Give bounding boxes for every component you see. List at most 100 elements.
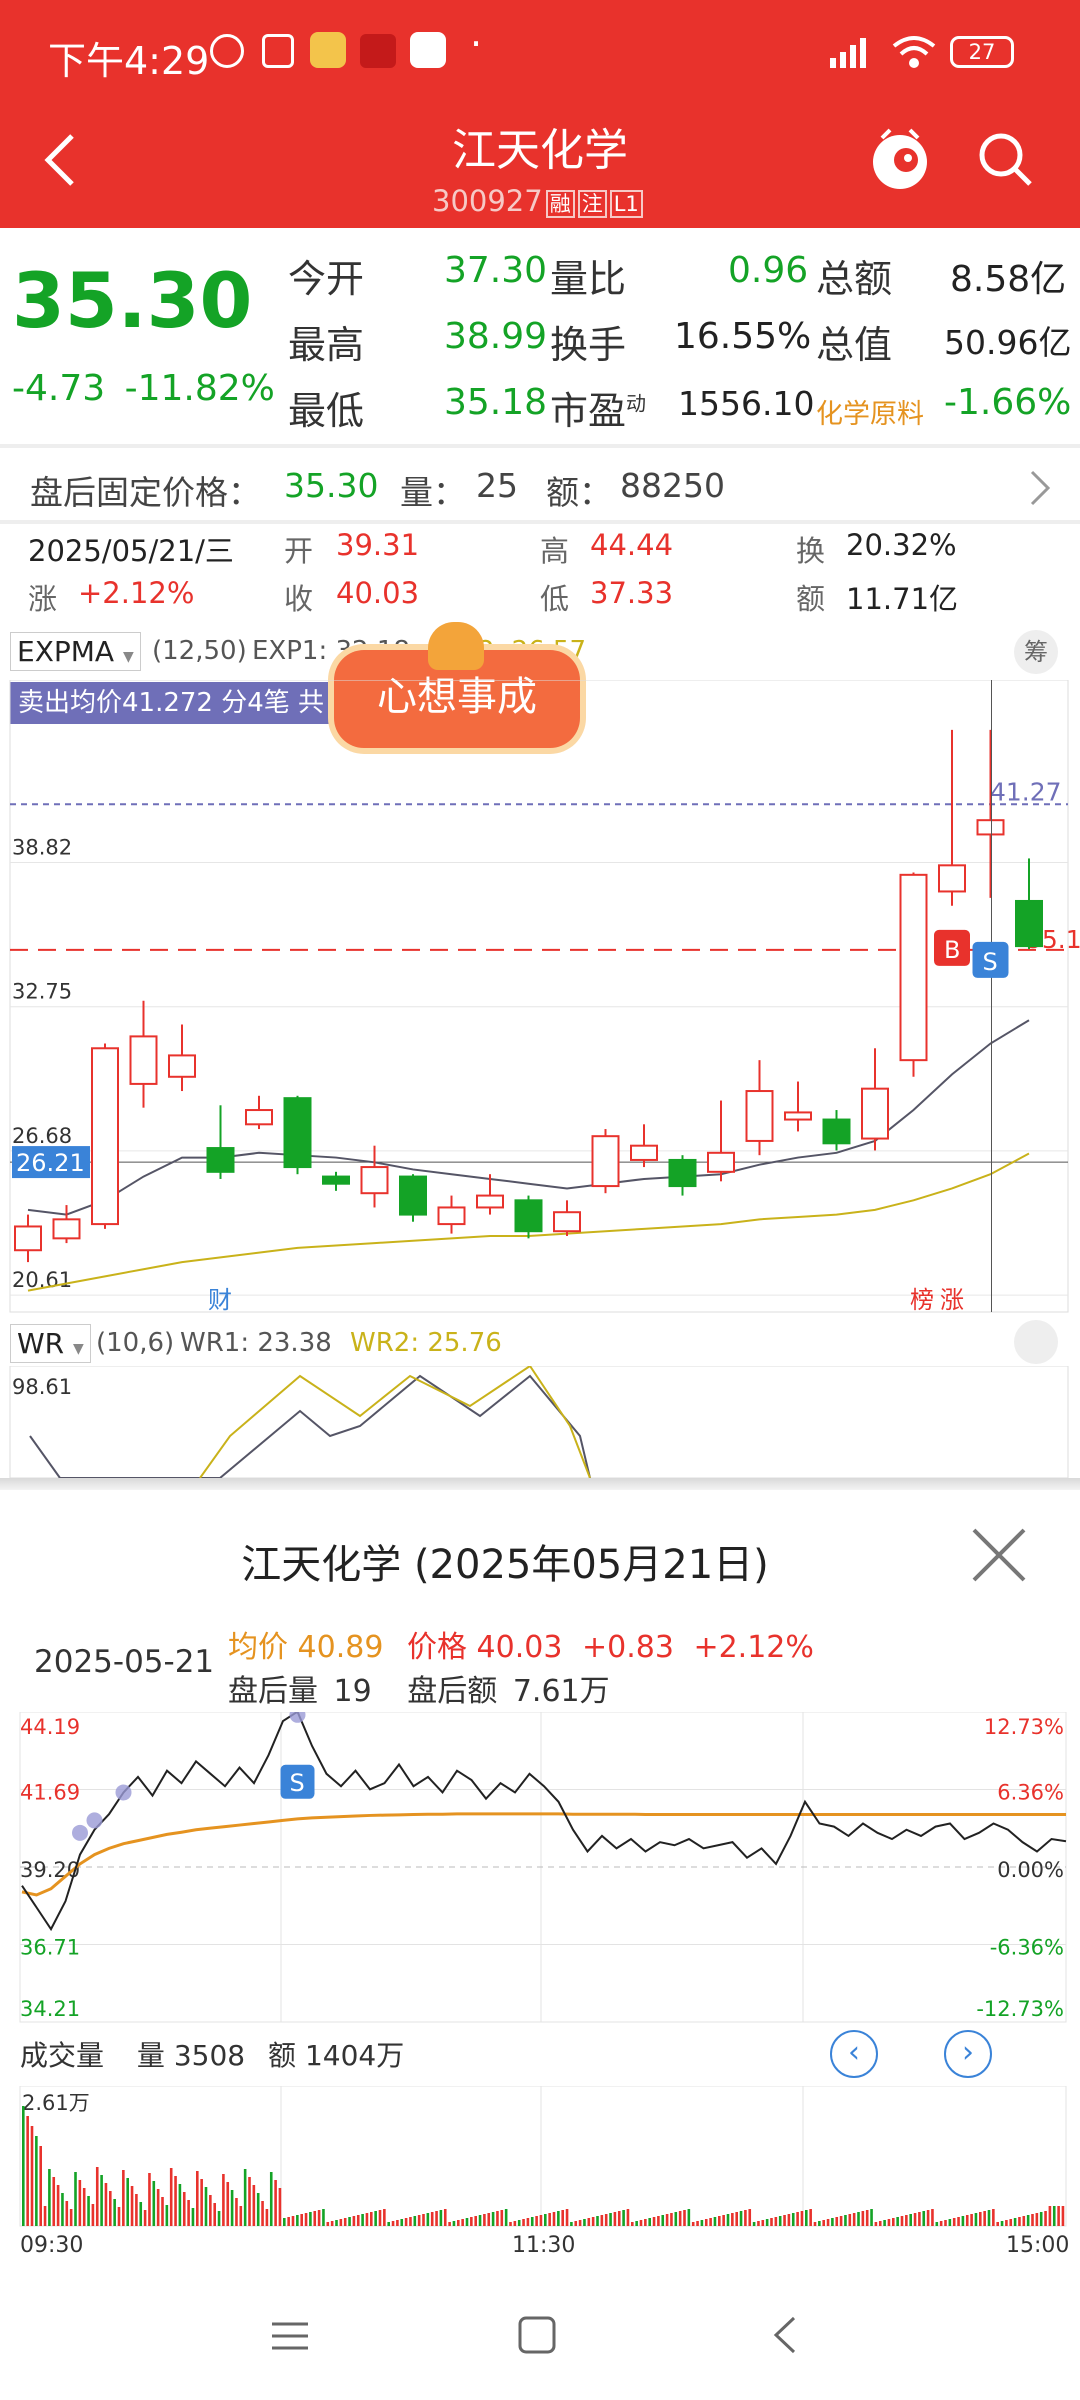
day-amount-label: 额 — [796, 582, 826, 616]
home-icon[interactable] — [516, 2314, 558, 2356]
current-price-label: 26.21 — [16, 1149, 85, 1177]
volume-bar — [718, 2216, 721, 2226]
volume-bar — [535, 2216, 538, 2226]
chip-distribution-button[interactable]: 筹 — [1014, 630, 1058, 674]
prev-day-button[interactable]: ‹ — [830, 2030, 878, 2078]
volume-bar — [583, 2219, 586, 2226]
candle-body — [976, 819, 1005, 836]
menu-icon[interactable] — [270, 2316, 310, 2356]
sell-marker-label: S — [290, 1769, 305, 1797]
volume-bar — [661, 2215, 665, 2226]
candle-body — [129, 1035, 158, 1085]
volume-bar — [122, 2170, 125, 2226]
volume-bar — [126, 2178, 129, 2226]
quote-row: 最低 35.18 市盈动 1556.10 化学原料 -1.66% — [288, 380, 1074, 446]
low-label: 最低 — [288, 389, 365, 433]
volume-bar — [509, 2222, 512, 2226]
volume-bar — [278, 2188, 282, 2226]
indicator-selector[interactable]: EXPMA ▼ — [10, 632, 141, 671]
tag-margin: 融 — [545, 190, 575, 218]
wr-params: (10,6) — [96, 1328, 175, 1358]
volume-bar — [291, 2216, 295, 2226]
volume-bar — [900, 2216, 904, 2226]
search-icon[interactable] — [976, 130, 1036, 190]
assistant-icon[interactable] — [868, 124, 932, 194]
volume-bar — [322, 2209, 325, 2226]
volume-bar — [326, 2222, 330, 2226]
volume-bar — [30, 2126, 34, 2226]
volume-bar — [243, 2169, 247, 2226]
status-dot: · — [470, 22, 483, 66]
volume-bar — [665, 2214, 669, 2226]
volume-bar — [461, 2219, 464, 2226]
volume-bar — [230, 2190, 234, 2226]
candle-body — [822, 1118, 851, 1145]
volume-bar — [578, 2220, 582, 2226]
vol-ratio-label: 量比 — [550, 257, 627, 301]
next-day-button[interactable]: › — [944, 2030, 992, 2078]
volume-bar — [200, 2179, 203, 2226]
close-icon[interactable] — [968, 1524, 1030, 1586]
left-axis-label: 36.71 — [20, 1936, 80, 1960]
volume-bar — [635, 2221, 638, 2226]
back-nav-icon[interactable] — [770, 2314, 800, 2356]
intraday-chart[interactable]: 44.19 12.73%41.69 6.36%39.20 0.00%36.71 -6.3… — [0, 1712, 1080, 2032]
volume-bar — [848, 2214, 852, 2226]
volume-bar — [343, 2218, 347, 2226]
tiger-icon — [428, 622, 484, 670]
volume-bar — [587, 2218, 591, 2226]
volume-bar — [770, 2218, 773, 2226]
open-label: 今开 — [288, 257, 365, 301]
volume-bar — [204, 2187, 208, 2226]
volume-bar — [826, 2219, 830, 2226]
volume-bar — [217, 2211, 221, 2226]
volume-bar — [400, 2219, 404, 2226]
volume-bar — [1061, 2206, 1065, 2226]
volume-bar — [374, 2211, 377, 2226]
volume-bar — [409, 2217, 412, 2226]
day-change-label: 涨 — [28, 582, 58, 616]
candle-body — [399, 1175, 427, 1216]
volume-bar — [622, 2210, 625, 2226]
expand-icon[interactable] — [1014, 1320, 1058, 1364]
volume-bar — [91, 2204, 95, 2226]
popup-title: 江天化学 (2025年05月21日) — [241, 1542, 769, 1588]
quote-grid: 今开 37.30 量比 0.96 总额 8.58亿 最高 38.99 换手 16… — [288, 248, 1074, 446]
volume-bar — [670, 2213, 673, 2226]
volume-bar — [979, 2212, 982, 2226]
volume-bar — [483, 2214, 486, 2226]
left-axis-label: 44.19 — [20, 1715, 80, 1739]
volume-bar — [474, 2216, 477, 2226]
candle-body — [437, 1206, 466, 1226]
industry-label[interactable]: 化学原料 — [816, 392, 924, 431]
volume-bar — [818, 2221, 821, 2226]
right-axis-label: 0.00% — [997, 1858, 1064, 1882]
ah-amt-label: 盘后额 — [407, 1674, 498, 1709]
change-value: +0.83 — [581, 1630, 674, 1665]
volume-bar — [965, 2215, 969, 2226]
vol-ratio-value: 0.96 — [728, 250, 809, 291]
volume-bar — [648, 2218, 651, 2226]
volume-bar — [787, 2214, 791, 2226]
volume-bar — [574, 2221, 578, 2226]
pe-sup: 动 — [626, 391, 647, 416]
right-axis-label: -12.73% — [976, 1997, 1064, 2021]
volume-bar — [65, 2201, 69, 2226]
volume-bar — [391, 2221, 395, 2226]
volume-bar — [800, 2211, 804, 2226]
volume-bar — [152, 2181, 156, 2226]
kline-chart[interactable]: 38.8232.7526.6820.6141.2735.1426.21BS财榜涨 — [0, 680, 1080, 1320]
volume-bar — [457, 2220, 460, 2226]
volume-bar — [678, 2211, 682, 2226]
wr-name: WR — [17, 1327, 65, 1360]
candle-body — [91, 1047, 119, 1226]
volume-bar — [252, 2185, 256, 2226]
volume-bar — [639, 2220, 643, 2226]
volume-bar — [874, 2222, 878, 2226]
volume-bar — [196, 2171, 199, 2226]
volume-bar — [309, 2212, 312, 2226]
after-hours-row[interactable]: 盘后固定价格： 35.30 量： 25 额： 88250 — [0, 450, 1080, 520]
price-label: 价格 — [406, 1630, 467, 1665]
wr-selector[interactable]: WR ▼ — [10, 1324, 91, 1363]
volume-bar — [822, 2220, 825, 2226]
